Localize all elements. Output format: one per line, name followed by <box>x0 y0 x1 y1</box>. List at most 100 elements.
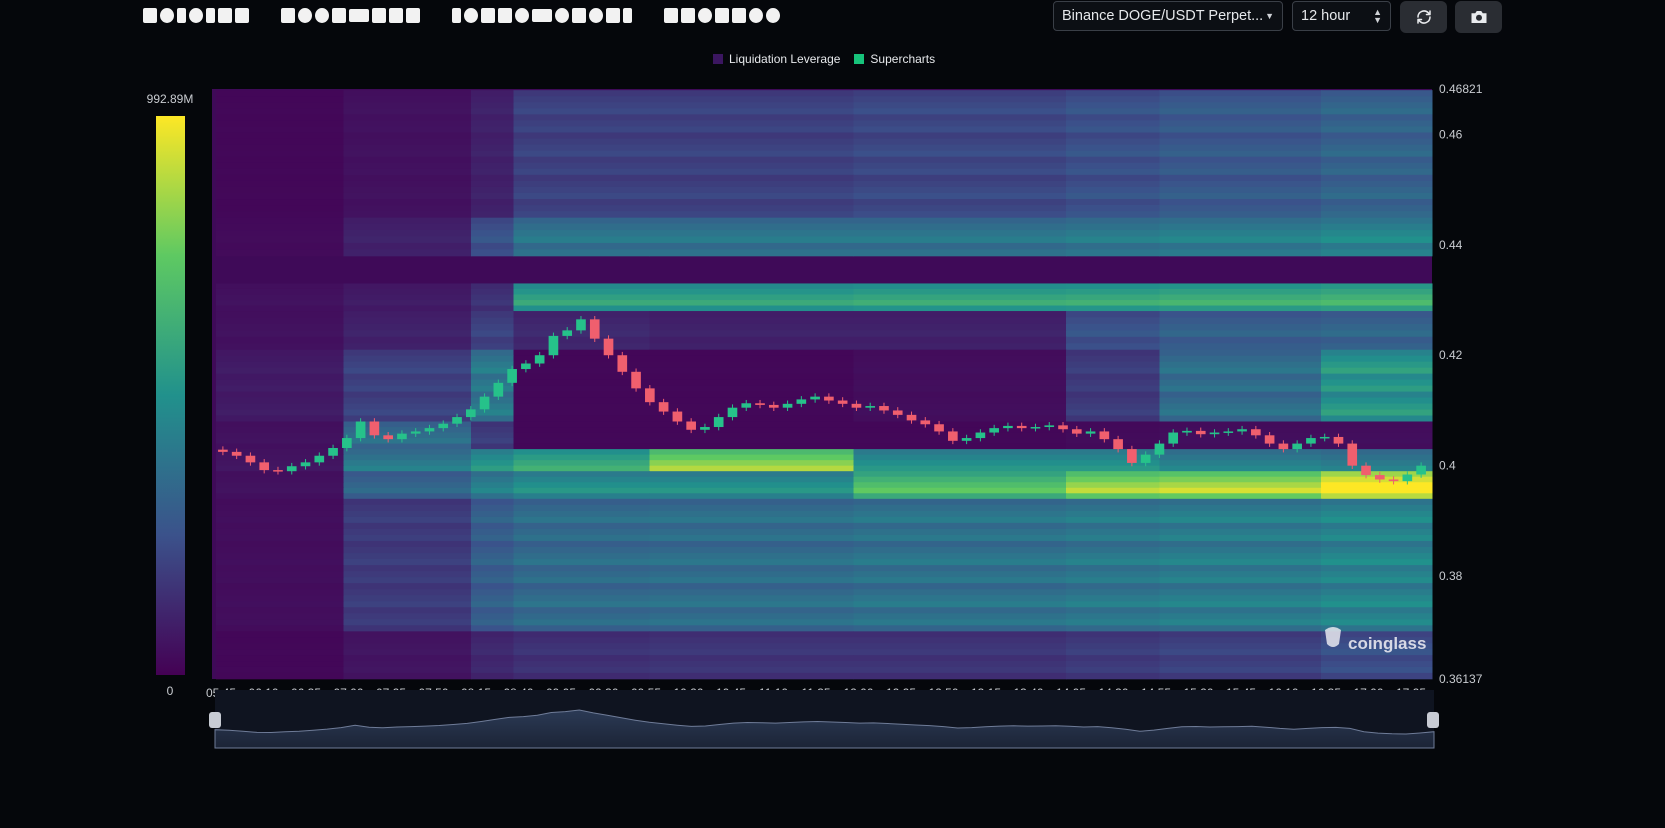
heatmap-cell <box>1066 186 1160 194</box>
heatmap-cell <box>649 443 854 450</box>
heatmap-cell <box>343 438 472 445</box>
heatmap-cell <box>513 223 650 231</box>
coinglass-logo-icon <box>1325 627 1341 647</box>
heatmap-cell <box>216 589 344 596</box>
heatmap-cell <box>471 305 514 312</box>
heatmap-cell <box>513 528 650 536</box>
heatmap-cell <box>1321 427 1433 434</box>
heatmap-cell <box>216 528 344 536</box>
heatmap-cell <box>649 522 854 530</box>
heatmap-cell <box>853 90 1067 97</box>
heatmap-cell <box>1066 156 1160 164</box>
heatmap-cell <box>343 655 472 662</box>
heatmap-cell <box>216 460 344 467</box>
heatmap-cell <box>853 631 1067 638</box>
heatmap-cell <box>1159 672 1322 680</box>
heatmap-cell <box>513 540 650 548</box>
heatmap-cell <box>216 361 344 369</box>
heatmap-cell <box>343 120 472 127</box>
heatmap-cell <box>343 540 472 548</box>
heatmap-cell <box>649 192 854 200</box>
heatmap-cell <box>471 666 514 674</box>
heatmap-cell <box>853 96 1067 103</box>
heatmap-cell <box>1066 625 1160 632</box>
heatmap-cell <box>853 565 1067 572</box>
heatmap-cell <box>649 487 854 494</box>
heatmap-cell <box>1321 379 1433 387</box>
heatmap-cell <box>343 534 472 542</box>
heatmap-cell <box>1066 553 1160 560</box>
heatmap-cell <box>513 672 650 680</box>
heatmap-cell <box>1321 583 1433 590</box>
heatmap-cell <box>471 443 514 450</box>
time-navigator[interactable] <box>209 690 1439 749</box>
heatmap-cell <box>343 516 472 524</box>
heatmap-cell <box>1321 504 1433 512</box>
heatmap-cell <box>1159 547 1322 554</box>
heatmap-cells <box>216 90 1433 680</box>
heatmap-cell <box>649 343 854 351</box>
heatmap-cell <box>216 355 344 363</box>
heatmap-cell <box>1321 443 1433 450</box>
heatmap-cell <box>853 317 1067 325</box>
heatmap-cell <box>343 283 472 290</box>
y-axis: 0.46821 0.46 0.44 0.42 0.4 0.38 0.36137 <box>1439 82 1483 686</box>
heatmap-cell <box>1321 283 1433 290</box>
heatmap-cell <box>471 174 514 182</box>
heatmap-cell <box>471 156 514 164</box>
heatmap-cell <box>649 625 854 632</box>
heatmap-cell <box>343 482 472 489</box>
heatmap-cell <box>853 230 1067 237</box>
heatmap-cell <box>513 631 650 638</box>
heatmap-cell <box>853 540 1067 548</box>
heatmap-cell <box>1066 126 1160 133</box>
heatmap-cell <box>1159 421 1322 428</box>
heatmap-cell <box>1159 150 1322 158</box>
heatmap-cell <box>853 305 1067 312</box>
heatmap-chart[interactable]: 992.89M 0 0.46821 0.46 0.44 0.42 0.4 0.38 0.36… <box>0 0 1665 828</box>
heatmap-cell <box>471 317 514 325</box>
heatmap-cell <box>343 528 472 536</box>
heatmap-cell <box>513 449 650 456</box>
heatmap-cell <box>1321 510 1433 518</box>
heatmap-cell <box>343 625 472 632</box>
heatmap-cell <box>513 150 650 158</box>
heatmap-cell <box>1321 294 1433 301</box>
heatmap-cell <box>343 311 472 318</box>
heatmap-cell <box>649 421 854 428</box>
heatmap-cell <box>1159 577 1322 584</box>
heatmap-cell <box>343 323 472 331</box>
heatmap-cell <box>513 217 650 225</box>
heatmap-cell <box>216 336 344 344</box>
heatmap-cell <box>1159 415 1322 422</box>
heatmap-cell <box>343 493 472 500</box>
navigator-right-handle[interactable] <box>1427 712 1439 728</box>
heatmap-cell <box>1321 601 1433 608</box>
heatmap-cell <box>343 403 472 411</box>
heatmap-cell <box>1321 493 1433 500</box>
heatmap-cell <box>649 465 854 472</box>
heatmap-cell <box>1066 168 1160 176</box>
heatmap-cell <box>1066 192 1160 200</box>
heatmap-cell <box>1066 373 1160 381</box>
heatmap-cell <box>1159 132 1322 140</box>
heatmap-cell <box>1066 199 1160 206</box>
heatmap-cell <box>1159 330 1322 338</box>
heatmap-cell <box>513 108 650 115</box>
heatmap-cell <box>853 516 1067 524</box>
heatmap-cell <box>471 415 514 422</box>
navigator-left-handle[interactable] <box>209 712 221 728</box>
heatmap-cell <box>853 249 1067 257</box>
heatmap-cell <box>853 637 1067 644</box>
heatmap-cell <box>513 283 650 290</box>
heatmap-cell <box>513 443 650 450</box>
y-tick-label: 0.44 <box>1439 238 1463 252</box>
heatmap-cell <box>649 613 854 620</box>
heatmap-cell <box>1159 96 1322 103</box>
heatmap-cell <box>1321 174 1433 182</box>
heatmap-cell <box>513 349 650 357</box>
heatmap-cell <box>649 403 854 411</box>
heatmap-cell <box>649 288 854 295</box>
heatmap-cell <box>216 534 344 542</box>
heatmap-cell <box>853 432 1067 439</box>
